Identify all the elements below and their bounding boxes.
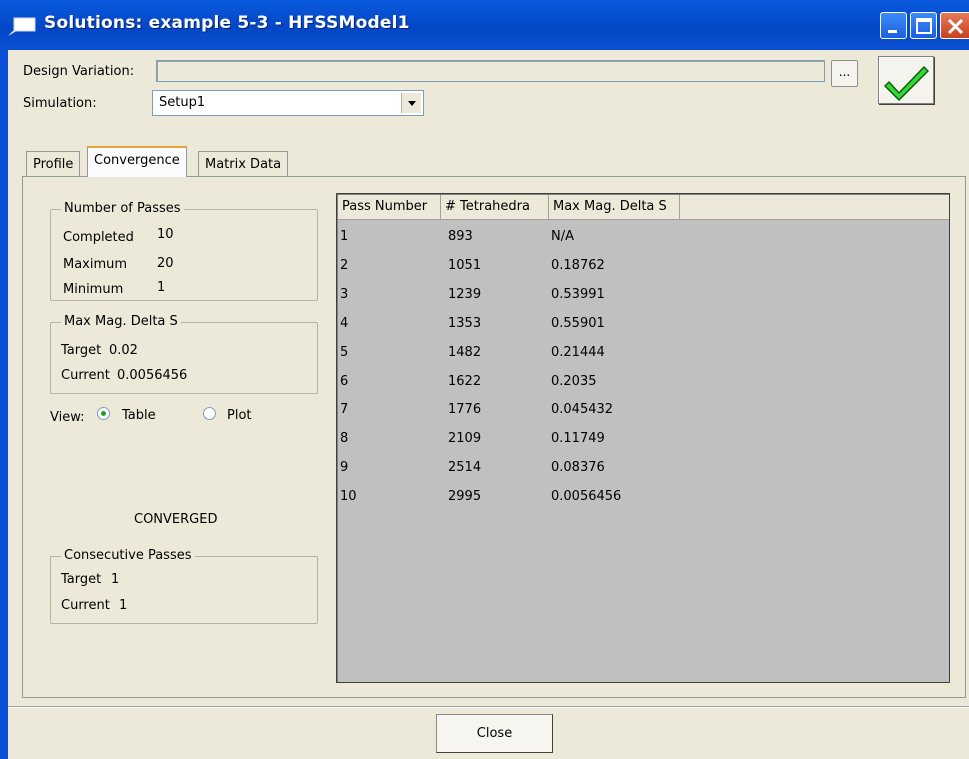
consecutive-current-label: Current bbox=[61, 598, 110, 613]
convergence-table[interactable]: Pass Number # Tetrahedra Max Mag. Delta … bbox=[336, 193, 950, 683]
table-header: Pass Number # Tetrahedra Max Mag. Delta … bbox=[338, 195, 949, 220]
maximum-label: Maximum bbox=[63, 257, 128, 272]
delta-current-value: 0.0056456 bbox=[117, 368, 188, 383]
design-variation-field[interactable] bbox=[156, 60, 825, 82]
chevron-down-icon bbox=[408, 101, 416, 106]
tetrahedra-cell: 1239 bbox=[448, 287, 482, 302]
pass-number-cell: 2 bbox=[340, 258, 349, 273]
column-header[interactable]: # Tetrahedra bbox=[441, 195, 549, 220]
view-table-radio[interactable] bbox=[97, 407, 110, 420]
view-label: View: bbox=[50, 410, 85, 425]
tetrahedra-cell: 2995 bbox=[448, 489, 482, 504]
pass-number-cell: 3 bbox=[340, 287, 349, 302]
tetrahedra-cell: 1622 bbox=[448, 374, 482, 389]
close-window-button[interactable] bbox=[940, 12, 969, 39]
consecutive-current-value: 1 bbox=[119, 598, 128, 613]
simulation-select[interactable]: Setup1 bbox=[152, 90, 424, 116]
completed-label: Completed bbox=[63, 230, 134, 245]
simulation-value: Setup1 bbox=[159, 95, 206, 110]
minimum-value: 1 bbox=[157, 280, 166, 295]
group-title: Max Mag. Delta S bbox=[61, 314, 181, 329]
view-table-label[interactable]: Table bbox=[122, 408, 156, 423]
view-plot-radio[interactable] bbox=[203, 407, 216, 420]
window-frame-left bbox=[0, 50, 8, 759]
window-app-icon bbox=[8, 17, 36, 36]
delta-s-cell: 0.0056456 bbox=[551, 489, 622, 504]
status-check-button[interactable] bbox=[878, 56, 934, 104]
minimum-label: Minimum bbox=[63, 282, 124, 297]
pass-number-cell: 7 bbox=[340, 402, 349, 417]
group-title: Number of Passes bbox=[61, 201, 184, 216]
tetrahedra-cell: 1051 bbox=[448, 258, 482, 273]
delta-s-cell: 0.11749 bbox=[551, 431, 605, 446]
column-header[interactable]: Max Mag. Delta S bbox=[549, 195, 680, 220]
green-check-icon bbox=[884, 66, 929, 101]
delta-s-cell: 0.045432 bbox=[551, 402, 614, 417]
group-title: Consecutive Passes bbox=[61, 548, 195, 563]
simulation-label: Simulation: bbox=[23, 96, 97, 111]
minimize-icon bbox=[888, 30, 897, 33]
column-header[interactable]: Pass Number bbox=[338, 195, 441, 220]
pass-number-cell: 4 bbox=[340, 316, 349, 331]
footer-separator bbox=[8, 706, 969, 708]
maximize-button[interactable] bbox=[910, 12, 937, 39]
solutions-dialog: Solutions: example 5-3 - HFSSModel1 Desi… bbox=[0, 0, 969, 759]
window-title: Solutions: example 5-3 - HFSSModel1 bbox=[44, 13, 410, 33]
pass-number-cell: 6 bbox=[340, 374, 349, 389]
pass-number-cell: 5 bbox=[340, 345, 349, 360]
converged-status: CONVERGED bbox=[134, 512, 218, 527]
delta-s-cell: 0.08376 bbox=[551, 460, 605, 475]
delta-target-label: Target bbox=[61, 343, 102, 358]
delta-s-cell: N/A bbox=[551, 229, 574, 244]
tetrahedra-cell: 1482 bbox=[448, 345, 482, 360]
tetrahedra-cell: 1776 bbox=[448, 402, 482, 417]
delta-s-cell: 0.2035 bbox=[551, 374, 597, 389]
dropdown-button[interactable] bbox=[401, 93, 421, 113]
maximum-value: 20 bbox=[157, 256, 174, 271]
consecutive-passes-group: Consecutive Passes Target 1 Current 1 bbox=[50, 548, 318, 624]
pass-number-cell: 8 bbox=[340, 431, 349, 446]
tetrahedra-cell: 893 bbox=[448, 229, 473, 244]
pass-number-cell: 9 bbox=[340, 460, 349, 475]
design-variation-browse-button[interactable]: ... bbox=[831, 60, 858, 87]
maximize-icon bbox=[916, 18, 932, 34]
pass-number-cell: 10 bbox=[340, 489, 357, 504]
tab-convergence[interactable]: Convergence bbox=[87, 146, 187, 177]
tab-matrix-data[interactable]: Matrix Data bbox=[198, 151, 289, 176]
tetrahedra-cell: 1353 bbox=[448, 316, 482, 331]
tetrahedra-cell: 2514 bbox=[448, 460, 482, 475]
close-button[interactable]: Close bbox=[436, 714, 553, 753]
consecutive-target-value: 1 bbox=[111, 572, 120, 587]
delta-target-value: 0.02 bbox=[109, 343, 138, 358]
consecutive-target-label: Target bbox=[61, 572, 102, 587]
delta-s-cell: 0.55901 bbox=[551, 316, 605, 331]
close-icon bbox=[947, 18, 964, 35]
minimize-button[interactable] bbox=[880, 12, 907, 39]
delta-s-cell: 0.18762 bbox=[551, 258, 605, 273]
delta-current-label: Current bbox=[61, 368, 110, 383]
tetrahedra-cell: 2109 bbox=[448, 431, 482, 446]
pass-number-cell: 1 bbox=[340, 229, 349, 244]
delta-s-cell: 0.53991 bbox=[551, 287, 605, 302]
view-plot-label[interactable]: Plot bbox=[227, 408, 252, 423]
tab-profile[interactable]: Profile bbox=[26, 151, 81, 176]
title-bar[interactable]: Solutions: example 5-3 - HFSSModel1 bbox=[0, 0, 969, 50]
completed-value: 10 bbox=[157, 227, 174, 242]
design-variation-label: Design Variation: bbox=[23, 64, 135, 79]
delta-s-cell: 0.21444 bbox=[551, 345, 605, 360]
max-mag-delta-s-group: Max Mag. Delta S Target 0.02 Current 0.0… bbox=[50, 314, 318, 394]
number-of-passes-group: Number of Passes Completed 10 Maximum 20… bbox=[50, 201, 318, 301]
